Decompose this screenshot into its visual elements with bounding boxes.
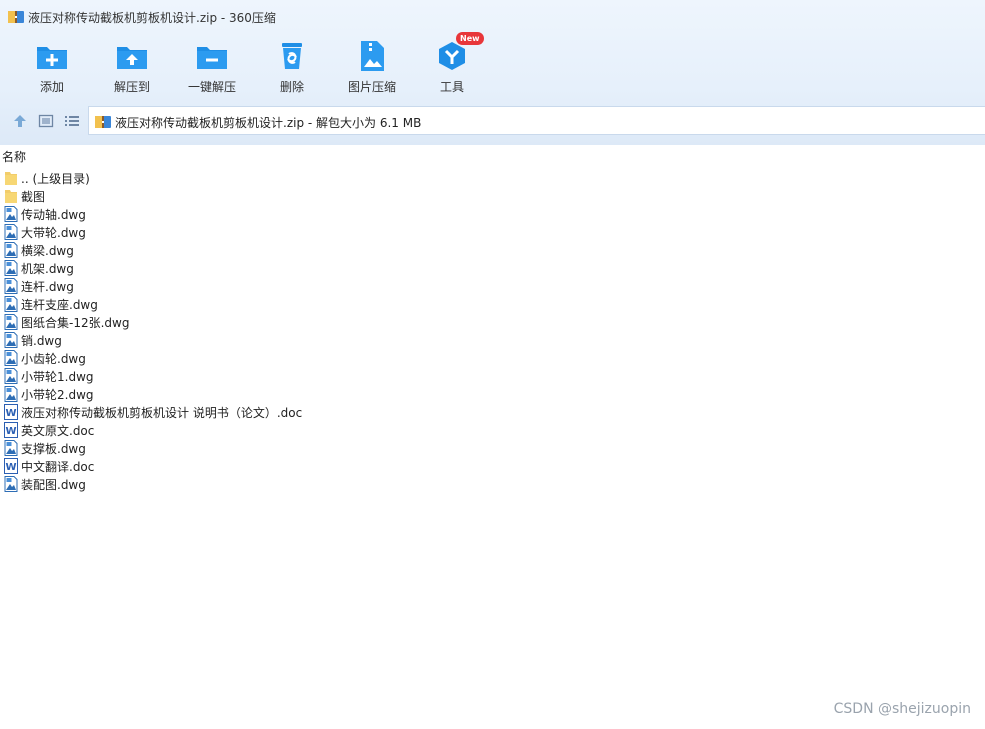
dwg-file-icon: [4, 260, 18, 276]
zip-archive-icon: [95, 114, 111, 128]
dwg-file-icon: [4, 224, 18, 240]
column-header-name[interactable]: 名称: [0, 148, 26, 164]
one-click-extract-icon: [196, 40, 228, 72]
delete-button[interactable]: 删除: [252, 36, 332, 102]
file-row[interactable]: W 英文原文.doc: [0, 421, 985, 439]
file-row[interactable]: 支撑板.dwg: [0, 439, 985, 457]
extract-to-label: 解压到: [113, 80, 150, 94]
file-row[interactable]: .. (上级目录): [0, 169, 985, 187]
file-name: 截图: [21, 190, 46, 204]
file-name: 销.dwg: [21, 334, 62, 348]
up-arrow-icon[interactable]: [12, 113, 28, 129]
file-row[interactable]: 连杆支座.dwg: [0, 295, 985, 313]
file-row[interactable]: 小带轮1.dwg: [0, 367, 985, 385]
file-name: 英文原文.doc: [21, 424, 95, 438]
file-name: 传动轴.dwg: [21, 208, 86, 222]
toolbar: 添加 解压到 一键解压 删除 图片压缩 New 工具: [0, 32, 985, 102]
file-row[interactable]: 装配图.dwg: [0, 475, 985, 493]
new-badge: New: [456, 32, 484, 45]
file-row[interactable]: 横梁.dwg: [0, 241, 985, 259]
svg-text:W: W: [5, 408, 16, 419]
file-row[interactable]: 图纸合集-12张.dwg: [0, 313, 985, 331]
navigation-bar: 液压对称传动截板机剪板机设计.zip - 解包大小为 6.1 MB: [0, 106, 985, 136]
file-list: .. (上级目录) 截图传动轴.dwg 大带轮.dwg 横梁.dwg 机架.dwg 连杆.…: [0, 169, 985, 493]
tools-label: 工具: [439, 80, 464, 94]
svg-text:W: W: [5, 426, 16, 437]
list-view-icon[interactable]: [64, 113, 80, 129]
recycle-bin-icon: [276, 40, 308, 72]
file-row[interactable]: 小带轮2.dwg: [0, 385, 985, 403]
dwg-file-icon: [4, 278, 18, 294]
file-name: 连杆支座.dwg: [21, 298, 98, 312]
file-name: 支撑板.dwg: [21, 442, 86, 456]
folder-icon: [4, 170, 18, 186]
one-click-extract-button[interactable]: 一键解压: [172, 36, 252, 102]
file-row[interactable]: 小齿轮.dwg: [0, 349, 985, 367]
file-row[interactable]: W 中文翻译.doc: [0, 457, 985, 475]
file-name: 装配图.dwg: [21, 478, 86, 492]
add-label: 添加: [39, 80, 64, 94]
header-area: 液压对称传动截板机剪板机设计.zip - 360压缩 添加 解压到 一键解压 删…: [0, 0, 985, 145]
image-compress-label: 图片压缩: [347, 80, 396, 94]
file-name: 机架.dwg: [21, 262, 74, 276]
dwg-file-icon: [4, 296, 18, 312]
word-doc-icon: W: [4, 458, 18, 474]
file-name: .. (上级目录): [21, 172, 90, 186]
file-name: 小齿轮.dwg: [21, 352, 86, 366]
dwg-file-icon: [4, 386, 18, 402]
extract-to-icon: [116, 40, 148, 72]
file-name: 中文翻译.doc: [21, 460, 95, 474]
dwg-file-icon: [4, 440, 18, 456]
word-doc-icon: W: [4, 422, 18, 438]
window-title: 液压对称传动截板机剪板机设计.zip - 360压缩: [28, 11, 276, 25]
file-row[interactable]: 机架.dwg: [0, 259, 985, 277]
path-text: 液压对称传动截板机剪板机设计.zip - 解包大小为 6.1 MB: [115, 116, 422, 130]
file-row[interactable]: 连杆.dwg: [0, 277, 985, 295]
svg-text:W: W: [5, 462, 16, 473]
path-bar[interactable]: 液压对称传动截板机剪板机设计.zip - 解包大小为 6.1 MB: [88, 106, 985, 135]
file-row[interactable]: 传动轴.dwg: [0, 205, 985, 223]
one-click-extract-label: 一键解压: [187, 80, 236, 94]
file-name: 图纸合集-12张.dwg: [21, 316, 130, 330]
dwg-file-icon: [4, 476, 18, 492]
dwg-file-icon: [4, 350, 18, 366]
file-row[interactable]: 截图: [0, 187, 985, 205]
folder-icon: [4, 188, 18, 204]
dwg-file-icon: [4, 314, 18, 330]
image-compress-button[interactable]: 图片压缩: [332, 36, 412, 102]
word-doc-icon: W: [4, 404, 18, 420]
dwg-file-icon: [4, 206, 18, 222]
file-name: 大带轮.dwg: [21, 226, 86, 240]
file-name: 连杆.dwg: [21, 280, 74, 294]
file-name: 小带轮2.dwg: [21, 388, 94, 402]
dwg-file-icon: [4, 242, 18, 258]
add-button[interactable]: 添加: [12, 36, 92, 102]
dwg-file-icon: [4, 332, 18, 348]
delete-label: 删除: [279, 80, 304, 94]
zip-archive-icon: [8, 9, 24, 23]
tools-button[interactable]: New 工具: [412, 32, 492, 102]
image-compress-icon: [356, 40, 388, 72]
file-row[interactable]: W 液压对称传动截板机剪板机设计 说明书（论文）.doc: [0, 403, 985, 421]
file-row[interactable]: 销.dwg: [0, 331, 985, 349]
file-name: 液压对称传动截板机剪板机设计 说明书（论文）.doc: [21, 406, 303, 420]
app-window: 液压对称传动截板机剪板机设计.zip - 360压缩 添加 解压到 一键解压 删…: [0, 0, 985, 729]
title-bar: 液压对称传动截板机剪板机设计.zip - 360压缩: [0, 0, 985, 32]
file-name: 小带轮1.dwg: [21, 370, 94, 384]
dwg-file-icon: [4, 368, 18, 384]
watermark: CSDN @shejizuopin: [833, 701, 971, 717]
file-name: 横梁.dwg: [21, 244, 74, 258]
file-row[interactable]: 大带轮.dwg: [0, 223, 985, 241]
thumbnail-view-icon[interactable]: [38, 113, 54, 129]
extract-to-button[interactable]: 解压到: [92, 36, 172, 102]
add-folder-icon: [36, 40, 68, 72]
